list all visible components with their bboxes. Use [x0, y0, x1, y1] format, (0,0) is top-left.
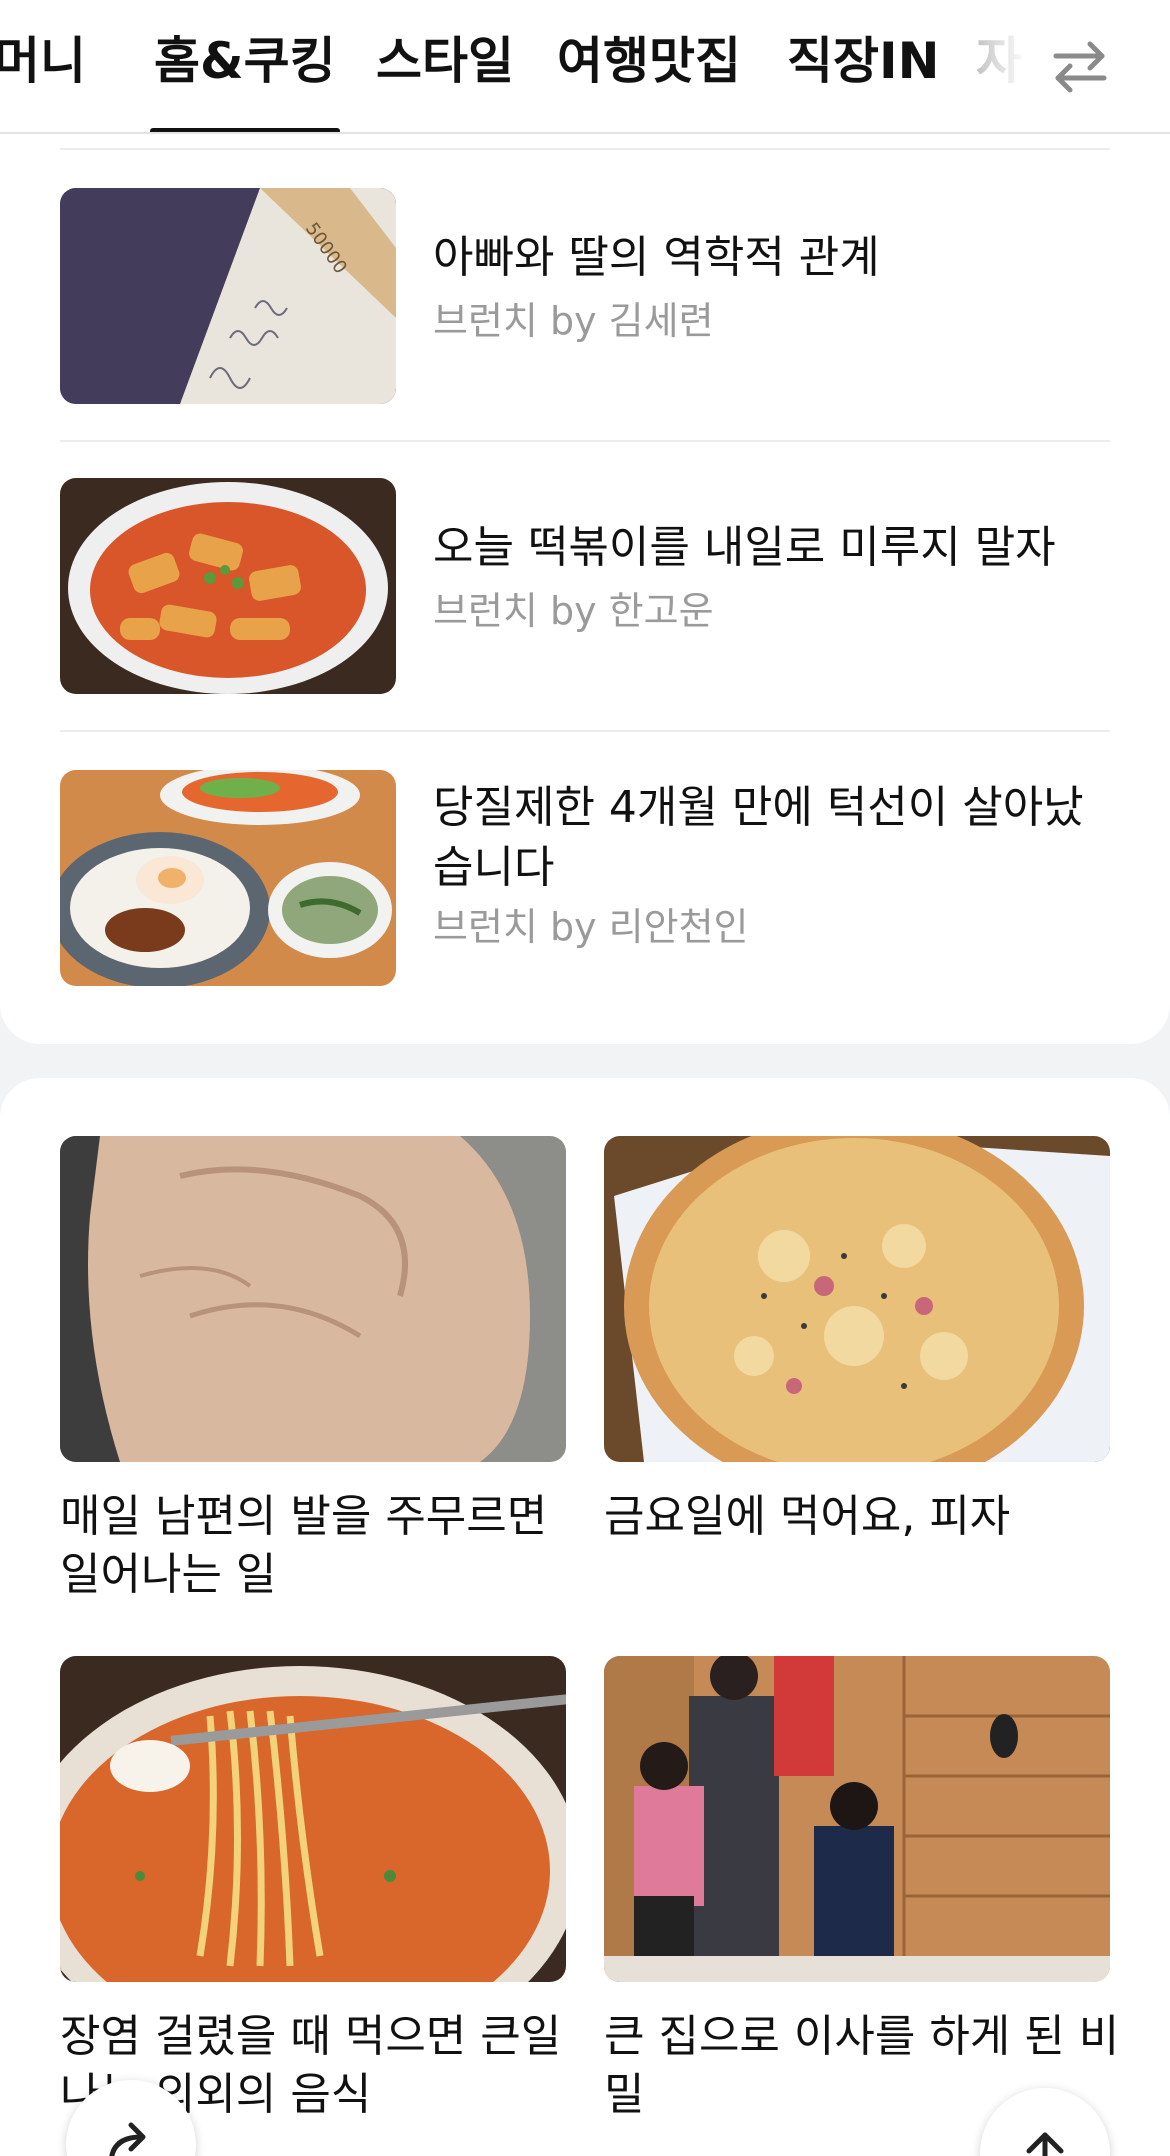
share-icon [109, 2122, 146, 2156]
article-list-card: 50000 아빠와 딸의 역학적 관계 브런치 by 김세련 오늘 떡볶이를 내… [0, 134, 1170, 1044]
list-item[interactable]: 오늘 떡볶이를 내일로 미루지 말자 브런치 by 한고운 [60, 478, 1110, 694]
thumbnail-envelope: 50000 [60, 188, 396, 404]
tab-workplace[interactable]: 직장IN [787, 26, 939, 96]
page: 머니 홈&쿠킹 스타일 여행맛집 직장IN 자 [0, 0, 1170, 2156]
tab-style[interactable]: 스타일 [376, 26, 514, 96]
article-author: 브런치 by 김세련 [433, 299, 714, 343]
article-grid-card: 매일 남편의 발을 주무르면 일어나는 일 금요일에 먹어요, 피자 장염 걸렸… [0, 1078, 1170, 2156]
tab-travel-food[interactable]: 여행맛집 [557, 26, 741, 96]
thumbnail-family-photo [604, 1656, 1110, 1982]
category-tab-bar: 머니 홈&쿠킹 스타일 여행맛집 직장IN 자 [0, 0, 1170, 134]
tab-money[interactable]: 머니 [0, 26, 86, 96]
thumbnail-fist [60, 1136, 566, 1462]
article-title: 당질제한 4개월 만에 턱선이 살아났습니다 [433, 782, 1084, 893]
arrow-up-icon [1026, 2132, 1064, 2156]
article-author: 브런치 by 리안천인 [433, 905, 749, 949]
thumbnail-ramen [60, 1656, 566, 1982]
divider [60, 440, 1110, 442]
thumbnail-meal [60, 770, 396, 986]
divider [60, 730, 1110, 732]
divider [60, 148, 1110, 150]
article-title: 아빠와 딸의 역학적 관계 [433, 232, 880, 283]
swap-arrows-icon[interactable] [1040, 26, 1120, 106]
list-item[interactable]: 당질제한 4개월 만에 턱선이 살아났습니다 브런치 by 리안천인 [60, 770, 1110, 986]
article-author: 브런치 by 한고운 [433, 589, 714, 633]
grid-item-title: 금요일에 먹어요, 피자 [604, 1491, 1011, 1542]
article-title: 오늘 떡볶이를 내일로 미루지 말자 [433, 522, 1056, 573]
thumbnail-pizza [604, 1136, 1110, 1462]
tab-home-cooking[interactable]: 홈&쿠킹 [154, 26, 336, 96]
thumbnail-tteokbokki [60, 478, 396, 694]
grid-item-title: 매일 남편의 발을 주무르면 일어나는 일 [60, 1491, 548, 1600]
list-item[interactable]: 50000 아빠와 딸의 역학적 관계 브런치 by 김세련 [60, 188, 1110, 404]
